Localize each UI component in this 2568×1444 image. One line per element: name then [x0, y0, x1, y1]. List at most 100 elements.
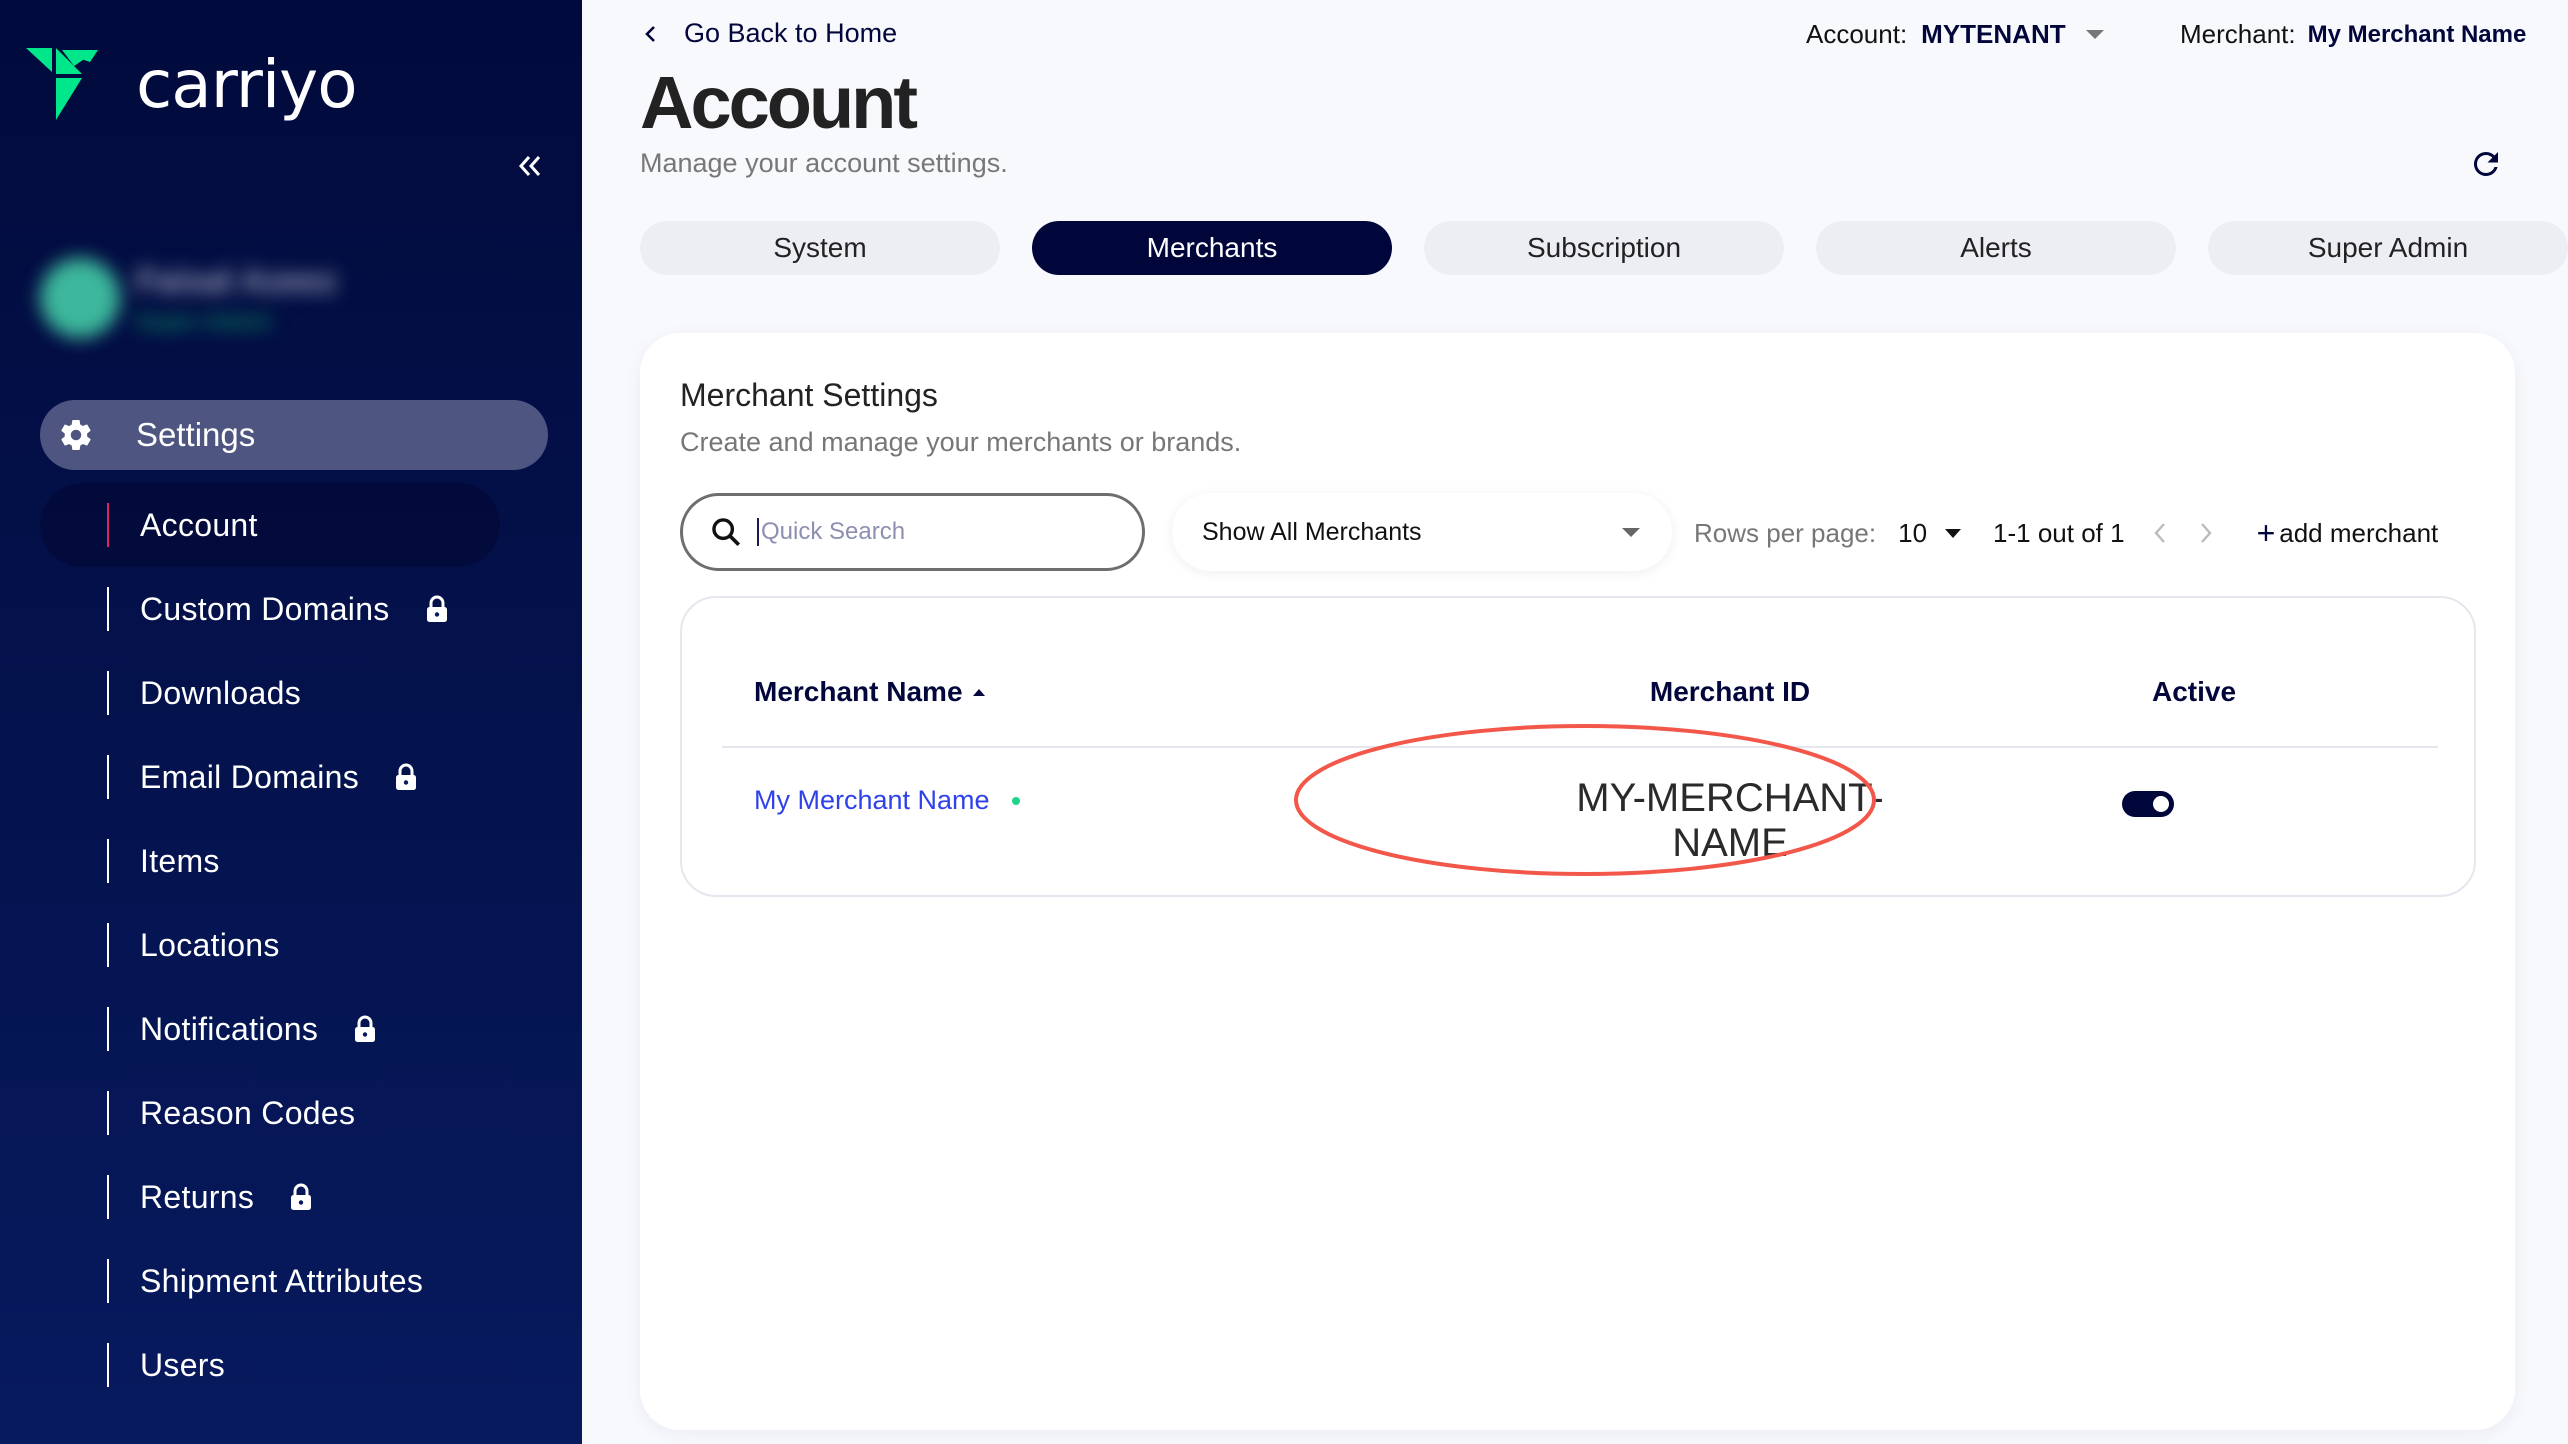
caret-down-icon: [1622, 528, 1640, 537]
sidebar-item-label: Account: [140, 506, 258, 543]
search-icon: [712, 518, 741, 547]
column-header-merchant-name[interactable]: Merchant Name: [754, 676, 985, 708]
merchant-name-link[interactable]: My Merchant Name: [754, 785, 1020, 816]
refresh-icon[interactable]: [2468, 146, 2504, 182]
tab-super-admin[interactable]: Super Admin: [2208, 221, 2568, 275]
card-subtitle: Create and manage your merchants or bran…: [680, 427, 1242, 457]
rows-per-page-label: Rows per page:: [1694, 517, 1877, 548]
tab-merchants[interactable]: Merchants: [1032, 221, 1392, 275]
nav-indicator: [107, 1175, 109, 1219]
brand-name: carriyo: [136, 46, 358, 123]
nav-indicator: [107, 839, 109, 883]
nav-indicator: [107, 587, 109, 631]
sidebar-item-reason-codes[interactable]: Reason Codes: [0, 1071, 582, 1155]
avatar: [40, 258, 120, 338]
lock-icon: [426, 595, 447, 622]
page-subtitle: Manage your account settings.: [640, 148, 1008, 178]
status-dot: [1011, 796, 1020, 805]
tab-alerts[interactable]: Alerts: [1816, 221, 2176, 275]
merchant-context: Merchant: My Merchant Name: [2180, 19, 2526, 51]
sidebar-item-label: Notifications: [140, 1010, 319, 1047]
nav-indicator: [107, 1007, 109, 1051]
sidebar-item-label: Shipment Attributes: [140, 1262, 424, 1299]
lock-icon: [291, 1183, 312, 1210]
account-label: Account:: [1806, 19, 1908, 49]
toggle-knob: [2153, 796, 2169, 812]
tab-subscription[interactable]: Subscription: [1424, 221, 1784, 275]
merchants-table: Merchant Name Merchant ID Active My Merc…: [680, 596, 2476, 897]
merchant-settings-card: Merchant Settings Create and manage your…: [640, 333, 2515, 1430]
nav-indicator: [107, 1259, 109, 1303]
sidebar-item-label: Users: [140, 1346, 226, 1383]
nav-indicator: [107, 755, 109, 799]
filter-selected-value: Show All Merchants: [1202, 517, 1422, 546]
user-role: Super Admin: [136, 308, 273, 334]
sidebar-item-custom-domains[interactable]: Custom Domains: [0, 567, 582, 651]
add-merchant-button[interactable]: + add merchant: [2257, 515, 2439, 552]
sidebar-item-items[interactable]: Items: [0, 819, 582, 903]
chevron-left-icon: [645, 25, 655, 42]
sidebar-item-label: Returns: [140, 1178, 255, 1215]
active-toggle[interactable]: [2122, 791, 2174, 817]
sidebar-item-shipment-attributes[interactable]: Shipment Attributes: [0, 1239, 582, 1323]
sidebar-item-downloads[interactable]: Downloads: [0, 651, 582, 735]
logo[interactable]: carriyo: [26, 46, 358, 123]
user-name: Faisal Azeez: [136, 261, 337, 300]
merchant-filter-select[interactable]: Show All Merchants: [1172, 493, 1672, 571]
prev-page-icon[interactable]: [2149, 518, 2171, 548]
page-range: 1-1 out of 1: [1993, 517, 2125, 548]
sidebar-item-settings[interactable]: Settings: [40, 400, 548, 470]
sidebar-item-label: Reason Codes: [140, 1094, 356, 1131]
go-back-label: Go Back to Home: [684, 18, 898, 48]
sidebar-item-label: Custom Domains: [140, 590, 390, 627]
lock-icon: [396, 763, 417, 790]
pagination: Rows per page: 10 1-1 out of 1 + add mer…: [1694, 509, 2438, 557]
column-header-active: Active: [2151, 676, 2237, 707]
sidebar-item-label: Items: [140, 842, 220, 879]
sidebar-item-label: Locations: [140, 926, 280, 963]
tab-system[interactable]: System: [640, 221, 1000, 275]
sidebar-item-account[interactable]: Account: [0, 483, 582, 567]
account-value: MYTENANT: [1921, 19, 2066, 49]
sort-asc-icon: [972, 688, 985, 696]
collapse-sidebar-button[interactable]: [512, 148, 548, 184]
sidebar-item-label: Email Domains: [140, 758, 360, 795]
settings-label: Settings: [136, 416, 256, 453]
nav-indicator: [107, 923, 109, 967]
column-label: Merchant Name: [754, 676, 963, 707]
carriyo-logo-icon: [26, 48, 98, 120]
double-chevron-left-icon: [518, 156, 541, 176]
merchant-id: MY-MERCHANT-NAME: [1576, 776, 1884, 865]
nav-indicator: [107, 671, 109, 715]
add-merchant-label: add merchant: [2279, 517, 2439, 548]
merchant-name: My Merchant Name: [754, 785, 990, 815]
lock-icon: [355, 1015, 376, 1042]
page-title: Account: [640, 61, 918, 144]
search-input[interactable]: [757, 518, 1117, 546]
sidebar-item-locations[interactable]: Locations: [0, 903, 582, 987]
user-profile[interactable]: Faisal Azeez Super Admin: [40, 258, 337, 338]
nav-indicator: [107, 503, 109, 547]
account-tabs: System Merchants Subscription Alerts Sup…: [640, 221, 2568, 275]
gear-icon: [61, 419, 91, 451]
caret-down-icon[interactable]: [1945, 528, 1962, 538]
settings-subnav: Account Custom Domains Downloads Email Doma…: [0, 483, 582, 1407]
nav-indicator: [107, 1343, 109, 1387]
card-title: Merchant Settings: [680, 377, 938, 413]
go-back-home-link[interactable]: Go Back to Home: [640, 18, 897, 49]
sidebar-item-returns[interactable]: Returns: [0, 1155, 582, 1239]
sidebar-item-users[interactable]: Users: [0, 1323, 582, 1407]
account-selector[interactable]: Account: MYTENANT: [1806, 19, 2104, 50]
sidebar-item-label: Downloads: [140, 674, 302, 711]
next-page-icon[interactable]: [2195, 518, 2217, 548]
quick-search[interactable]: [680, 493, 1145, 571]
sidebar-item-notifications[interactable]: Notifications: [0, 987, 582, 1071]
merchant-value: My Merchant Name: [2307, 21, 2527, 48]
caret-down-icon: [2085, 30, 2104, 39]
sidebar-item-email-domains[interactable]: Email Domains: [0, 735, 582, 819]
rows-per-page-select[interactable]: 10: [1898, 518, 1927, 549]
plus-icon: +: [2256, 514, 2276, 551]
sidebar: carriyo Faisal Azeez Super Admin Setting…: [0, 0, 582, 1444]
merchant-label: Merchant:: [2180, 19, 2296, 49]
column-header-merchant-id: Merchant ID: [1649, 676, 1811, 707]
